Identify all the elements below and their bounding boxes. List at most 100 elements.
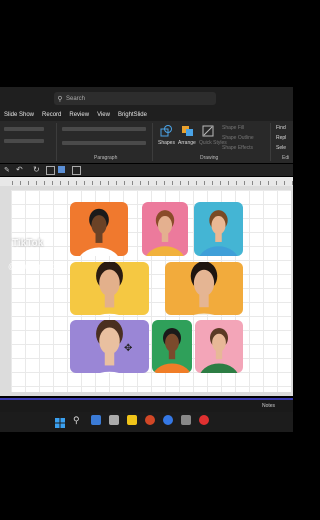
font-controls[interactable] xyxy=(4,127,44,131)
powerpoint-icon[interactable] xyxy=(145,415,155,425)
tab-slide-show[interactable]: Slide Show xyxy=(4,112,34,118)
amber-portrait-card[interactable] xyxy=(165,262,243,315)
ruler-tick xyxy=(172,181,173,185)
green-portrait-card[interactable] xyxy=(152,320,192,373)
ruler-tick xyxy=(244,181,245,185)
shape-fill-button[interactable]: Shape Fill xyxy=(222,125,244,131)
ruler-tick xyxy=(124,181,125,185)
ruler-tick xyxy=(148,181,149,185)
purple-portrait-image xyxy=(70,320,149,373)
shape-outline-button[interactable]: Shape Outline xyxy=(222,135,254,141)
status-bar: Notes xyxy=(0,398,293,412)
purple-portrait-card[interactable] xyxy=(70,320,149,373)
redo-icon[interactable]: ↻ xyxy=(33,165,40,174)
ruler-tick xyxy=(180,181,181,185)
app-icon[interactable] xyxy=(109,415,119,425)
ruler-tick xyxy=(236,181,237,185)
ruler-tick xyxy=(36,181,37,185)
tiktok-watermark: TikTok xyxy=(12,238,44,249)
ruler-tick xyxy=(276,181,277,185)
tab-record[interactable]: Record xyxy=(42,112,61,118)
cyan-portrait-card[interactable] xyxy=(194,202,243,256)
present-icon[interactable] xyxy=(72,166,81,175)
font-style-controls[interactable] xyxy=(4,139,44,143)
yellow-portrait-image xyxy=(70,262,149,315)
ruler-tick xyxy=(196,181,197,185)
editing-group-label: Edi xyxy=(282,155,290,161)
shapes-icon[interactable] xyxy=(160,124,173,137)
ribbon-tabs: Slide Show Record Review View BrightSlid… xyxy=(0,109,293,121)
ruler-tick xyxy=(284,181,285,185)
tab-view[interactable]: View xyxy=(97,112,110,118)
search-box[interactable]: ⚲ Search xyxy=(54,92,216,105)
ruler-tick xyxy=(28,181,29,185)
browser-icon[interactable] xyxy=(163,415,173,425)
ruler-tick xyxy=(108,181,109,185)
tab-brightslide[interactable]: BrightSlide xyxy=(118,112,147,118)
ruler-tick xyxy=(212,181,213,185)
ruler-tick xyxy=(260,181,261,185)
ribbon-separator xyxy=(152,123,153,161)
rose-portrait-image xyxy=(195,320,243,373)
tab-review[interactable]: Review xyxy=(69,112,89,118)
ruler-tick xyxy=(92,181,93,185)
ribbon-separator xyxy=(56,123,57,161)
rose-portrait-card[interactable] xyxy=(195,320,243,373)
ruler-tick xyxy=(12,181,13,185)
ruler-tick xyxy=(52,181,53,185)
scrollbar-track[interactable] xyxy=(0,398,293,400)
quick-access-toolbar: ✎ ↶ ↻ xyxy=(0,164,293,176)
app-icon[interactable] xyxy=(181,415,191,425)
arrange-icon[interactable] xyxy=(181,124,194,136)
file-explorer-icon[interactable] xyxy=(91,415,101,425)
arrange-button[interactable]: Arrange xyxy=(178,140,196,146)
ruler-tick xyxy=(268,181,269,185)
ruler-tick xyxy=(204,181,205,185)
ruler-tick xyxy=(156,181,157,185)
windows-start-icon[interactable] xyxy=(55,415,65,428)
ruler-tick xyxy=(220,181,221,185)
ruler-tick xyxy=(60,181,61,185)
ruler-tick xyxy=(20,181,21,185)
ruler-tick xyxy=(116,181,117,185)
save-icon[interactable] xyxy=(58,166,65,173)
move-cursor-icon: ✥ xyxy=(124,343,133,354)
cyan-portrait-image xyxy=(194,202,243,256)
alignment-buttons[interactable] xyxy=(62,141,146,145)
orange-portrait-card[interactable] xyxy=(70,202,128,256)
green-portrait-image xyxy=(152,320,192,373)
start-from-beginning-icon[interactable] xyxy=(46,166,55,175)
select-button[interactable]: Sele xyxy=(276,145,286,151)
ruler-tick xyxy=(140,181,141,185)
notes-button[interactable]: Notes xyxy=(262,403,275,409)
search-placeholder: Search xyxy=(66,95,86,102)
horizontal-ruler xyxy=(0,177,293,186)
sticky-notes-icon[interactable] xyxy=(127,415,137,425)
undo-icon[interactable]: ↶ xyxy=(16,165,23,174)
pink-portrait-card[interactable] xyxy=(142,202,188,256)
yellow-portrait-card[interactable] xyxy=(70,262,149,315)
ruler-tick xyxy=(76,181,77,185)
shapes-button[interactable]: Shapes xyxy=(158,140,175,146)
ruler-tick xyxy=(252,181,253,185)
drawing-group-label: Drawing xyxy=(200,155,219,161)
record-icon[interactable] xyxy=(199,415,209,425)
ribbon: Paragraph Shapes Arrange Quick Styles Sh… xyxy=(0,121,293,163)
search-icon[interactable]: ⚲ xyxy=(73,415,83,425)
replace-button[interactable]: Repl xyxy=(276,135,286,141)
ribbon-separator xyxy=(270,123,271,161)
quick-styles-icon[interactable] xyxy=(202,124,214,137)
paragraph-group-label: Paragraph xyxy=(94,155,118,161)
pen-icon[interactable]: ✎ xyxy=(4,166,10,174)
ruler-tick xyxy=(188,181,189,185)
search-icon: ⚲ xyxy=(57,95,63,103)
find-button[interactable]: Find xyxy=(276,125,286,131)
list-buttons[interactable] xyxy=(62,127,146,131)
ruler-tick xyxy=(44,181,45,185)
pink-portrait-image xyxy=(142,202,188,256)
amber-portrait-image xyxy=(165,262,243,315)
ruler-tick xyxy=(100,181,101,185)
ruler-tick xyxy=(228,181,229,185)
shape-effects-button[interactable]: Shape Effects xyxy=(222,145,253,151)
orange-portrait-image xyxy=(70,202,128,256)
